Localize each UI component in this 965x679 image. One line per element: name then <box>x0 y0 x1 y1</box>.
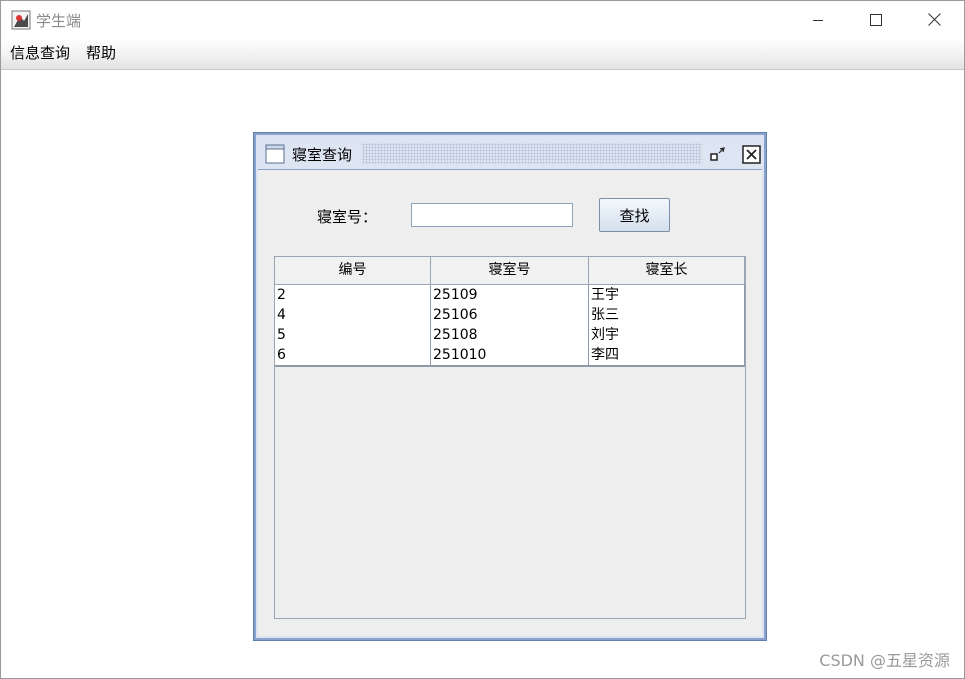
menu-help[interactable]: 帮助 <box>86 42 116 63</box>
maximize-button[interactable] <box>853 1 899 38</box>
search-button[interactable]: 查找 <box>599 198 670 232</box>
table-row[interactable]: 4 25106 张三 <box>275 305 745 327</box>
dorm-query-dialog: 寝室查询 寝室号： 查找 编号 寝室号 寝室长 2 25109 王宇 4 251… <box>253 132 767 641</box>
column-header-dorm-leader[interactable]: 寝室长 <box>589 257 745 284</box>
cell-dorm-number: 25106 <box>431 305 589 325</box>
cell-dorm-leader: 李四 <box>589 345 745 365</box>
maximize-icon <box>870 13 882 26</box>
cell-id: 4 <box>275 305 431 325</box>
titlebar-separator <box>258 169 762 170</box>
cell-dorm-leader: 刘宇 <box>589 325 745 345</box>
table-header: 编号 寝室号 寝室长 <box>275 257 745 285</box>
cell-id: 5 <box>275 325 431 345</box>
close-icon <box>927 13 941 26</box>
cell-dorm-number: 251010 <box>431 345 589 365</box>
app-window: 学生端 信息查询 帮助 寝室查询 寝室号： 查找 编号 寝室号 寝室长 2 25… <box>0 0 965 679</box>
watermark-text: CSDN @五星资源 <box>819 651 950 670</box>
dialog-titlebar[interactable]: 寝室查询 <box>258 137 762 169</box>
cell-dorm-number: 25109 <box>431 285 589 305</box>
restore-icon[interactable] <box>709 145 727 163</box>
minimize-icon <box>813 19 823 21</box>
column-header-id[interactable]: 编号 <box>275 257 431 284</box>
dialog-close-icon[interactable] <box>742 145 761 164</box>
table-row[interactable]: 6 251010 李四 <box>275 345 745 367</box>
menu-bar: 信息查询 帮助 <box>1 38 964 70</box>
dialog-title: 寝室查询 <box>292 146 353 164</box>
menu-info-query[interactable]: 信息查询 <box>10 42 70 63</box>
cell-dorm-leader: 王宇 <box>589 285 745 305</box>
table-row[interactable]: 2 25109 王宇 <box>275 285 745 307</box>
minimize-button[interactable] <box>795 1 841 38</box>
close-button[interactable] <box>911 1 957 38</box>
window-titlebar[interactable]: 学生端 <box>1 1 964 38</box>
window-icon <box>265 144 285 164</box>
dorm-table: 编号 寝室号 寝室长 2 25109 王宇 4 25106 张三 5 25108… <box>274 256 746 619</box>
dorm-number-label: 寝室号： <box>317 208 378 226</box>
window-title: 学生端 <box>36 12 82 30</box>
cell-id: 6 <box>275 345 431 365</box>
cell-id: 2 <box>275 285 431 305</box>
cell-dorm-number: 25108 <box>431 325 589 345</box>
java-app-icon <box>11 10 31 30</box>
table-row[interactable]: 5 25108 刘宇 <box>275 325 745 347</box>
dorm-number-input[interactable] <box>411 203 573 227</box>
cell-dorm-leader: 张三 <box>589 305 745 325</box>
column-header-dorm-number[interactable]: 寝室号 <box>431 257 589 284</box>
titlebar-grip <box>362 143 702 164</box>
